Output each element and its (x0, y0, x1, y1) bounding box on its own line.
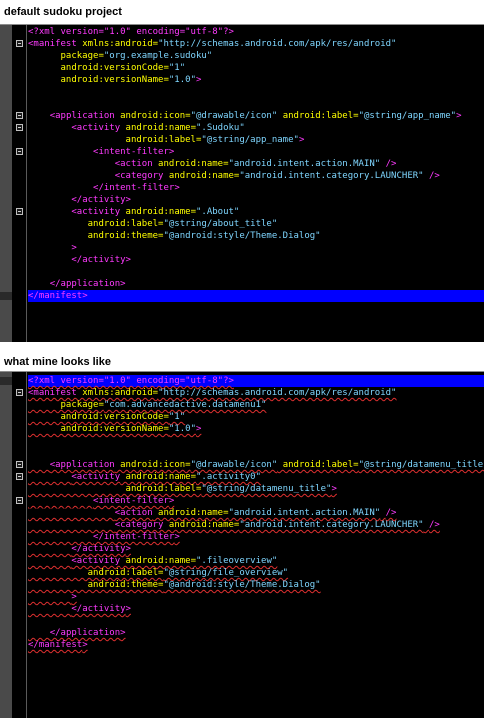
editor-gutter (0, 372, 12, 718)
fold-toggle-icon[interactable] (16, 461, 23, 468)
code-line[interactable]: <activity android:name=".Sudoku" (28, 122, 484, 134)
fold-toggle-icon[interactable] (16, 473, 23, 480)
fold-toggle-icon[interactable] (16, 124, 23, 131)
code-line[interactable]: android:label="@string/app_name"> (28, 134, 484, 146)
code-line[interactable]: </application> (28, 278, 484, 290)
gutter-divider (26, 372, 27, 718)
code-line[interactable]: android:versionCode="1" (28, 411, 484, 423)
code-line[interactable]: <activity android:name=".About" (28, 206, 484, 218)
code-line[interactable]: </activity> (28, 254, 484, 266)
fold-toggle-icon[interactable] (16, 112, 23, 119)
gutter-marker-icon (0, 292, 12, 300)
code-line[interactable]: <category android:name="android.intent.c… (28, 519, 484, 531)
fold-toggle-icon[interactable] (16, 40, 23, 47)
code-line[interactable]: <?xml version="1.0" encoding="utf-8"?> (28, 26, 484, 38)
editor-fold-gutter (12, 25, 26, 342)
code-line[interactable]: android:label="@string/file_overview" (28, 567, 484, 579)
code-line[interactable]: > (28, 591, 484, 603)
code-line[interactable]: </activity> (28, 603, 484, 615)
code-line[interactable] (28, 266, 484, 278)
heading-default-project: default sudoku project (4, 6, 122, 18)
fold-toggle-icon[interactable] (16, 208, 23, 215)
gutter-divider (26, 25, 27, 342)
code-line[interactable] (28, 86, 484, 98)
code-line[interactable]: <?xml version="1.0" encoding="utf-8"?> (28, 375, 484, 387)
code-line[interactable]: <intent-filter> (28, 495, 484, 507)
code-line[interactable]: </application> (28, 627, 484, 639)
code-line[interactable]: <manifest xmlns:android="http://schemas.… (28, 387, 484, 399)
code-editor-default[interactable]: <?xml version="1.0" encoding="utf-8"?> <m… (0, 24, 484, 342)
code-line[interactable]: <action android:name="android.intent.act… (28, 158, 484, 170)
code-line[interactable]: </activity> (28, 543, 484, 555)
gutter-marker-icon (0, 377, 12, 385)
heading-mine: what mine looks like (4, 356, 111, 368)
fold-toggle-icon[interactable] (16, 389, 23, 396)
code-line[interactable] (28, 447, 484, 459)
code-line[interactable]: </intent-filter> (28, 531, 484, 543)
code-line[interactable]: > (28, 242, 484, 254)
code-line[interactable]: android:label="@string/datamenu_title"> (28, 483, 484, 495)
code-line[interactable]: <application android:icon="@drawable/ico… (28, 459, 484, 471)
code-line[interactable]: <action android:name="android.intent.act… (28, 507, 484, 519)
code-line[interactable]: package="com.advancedactive.datamenu1" (28, 399, 484, 411)
code-line[interactable]: android:label="@string/about_title" (28, 218, 484, 230)
code-line[interactable] (28, 98, 484, 110)
fold-toggle-icon[interactable] (16, 497, 23, 504)
code-line[interactable]: <application android:icon="@drawable/ico… (28, 110, 484, 122)
code-line[interactable]: android:versionCode="1" (28, 62, 484, 74)
code-line[interactable]: <intent-filter> (28, 146, 484, 158)
code-line[interactable]: package="org.example.sudoku" (28, 50, 484, 62)
code-line[interactable]: </activity> (28, 194, 484, 206)
code-editor-mine[interactable]: <?xml version="1.0" encoding="utf-8"?> <m… (0, 371, 484, 718)
code-line[interactable]: <manifest xmlns:android="http://schemas.… (28, 38, 484, 50)
code-line[interactable]: </manifest> (28, 290, 484, 302)
code-line[interactable]: android:theme="@android:style/Theme.Dial… (28, 230, 484, 242)
editor-border (0, 24, 484, 25)
code-line[interactable]: android:versionName="1.0"> (28, 423, 484, 435)
editor-border (0, 371, 484, 372)
code-line[interactable]: <activity android:name=".fileoverview" (28, 555, 484, 567)
code-line[interactable]: android:theme="@android:style/Theme.Dial… (28, 579, 484, 591)
editor-fold-gutter (12, 372, 26, 718)
code-line[interactable]: <activity android:name=".activity0" (28, 471, 484, 483)
code-line[interactable]: </intent-filter> (28, 182, 484, 194)
code-line[interactable] (28, 435, 484, 447)
code-line[interactable]: </manifest> (28, 639, 484, 651)
code-line[interactable] (28, 615, 484, 627)
fold-toggle-icon[interactable] (16, 148, 23, 155)
code-line[interactable]: android:versionName="1.0"> (28, 74, 484, 86)
code-line[interactable]: <category android:name="android.intent.c… (28, 170, 484, 182)
